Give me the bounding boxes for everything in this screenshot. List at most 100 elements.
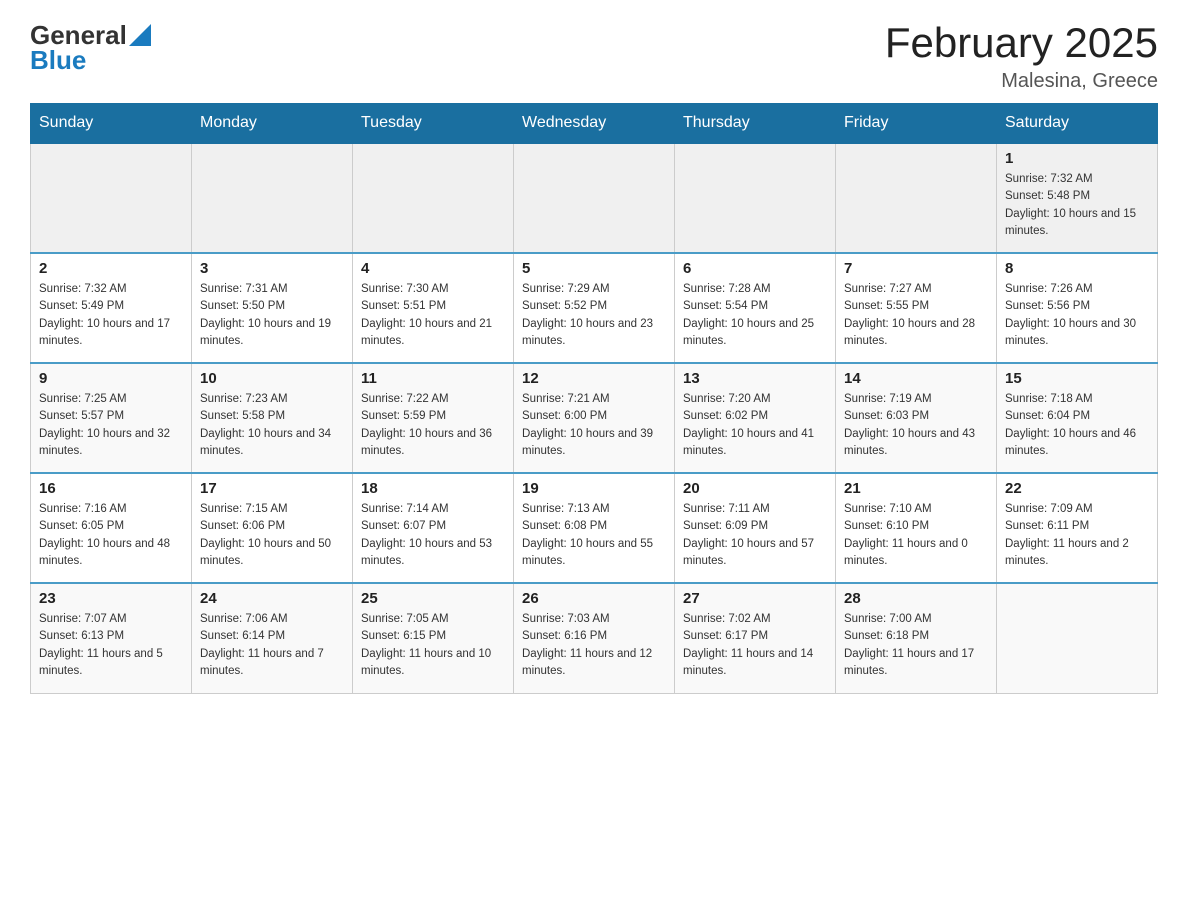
calendar-cell: 4 Sunrise: 7:30 AMSunset: 5:51 PMDaylight… [353, 253, 514, 363]
calendar-cell [31, 143, 192, 253]
weekday-header-thursday: Thursday [675, 104, 836, 144]
calendar-cell: 22 Sunrise: 7:09 AMSunset: 6:11 PMDayligh… [997, 473, 1158, 583]
weekday-header-wednesday: Wednesday [514, 104, 675, 144]
calendar-cell: 7 Sunrise: 7:27 AMSunset: 5:55 PMDaylight… [836, 253, 997, 363]
calendar-cell: 10Sunrise: 7:23 AMSunset: 5:58 PMDayligh… [192, 363, 353, 473]
calendar-week-2: 2Sunrise: 7:32 AMSunset: 5:49 PMDaylight… [31, 253, 1158, 363]
day-number: 15 [1005, 370, 1149, 387]
calendar-cell: 23 Sunrise: 7:07 AMSunset: 6:13 PMDayligh… [31, 583, 192, 693]
calendar-week-1: 1 Sunrise: 7:32 AMSunset: 5:48 PMDaylight… [31, 143, 1158, 253]
calendar-cell [836, 143, 997, 253]
calendar-cell: 16 Sunrise: 7:16 AMSunset: 6:05 PMDayligh… [31, 473, 192, 583]
day-number: 20 [683, 480, 827, 497]
calendar-cell: 15Sunrise: 7:18 AMSunset: 6:04 PMDayligh… [997, 363, 1158, 473]
calendar-cell: 5Sunrise: 7:29 AMSunset: 5:52 PMDaylight… [514, 253, 675, 363]
calendar-cell: 28 Sunrise: 7:00 AMSunset: 6:18 PMDayligh… [836, 583, 997, 693]
day-number: 18 [361, 480, 505, 497]
day-sun-info: Sunrise: 7:00 AMSunset: 6:18 PMDaylight:… [844, 611, 988, 680]
day-sun-info: Sunrise: 7:09 AMSunset: 6:11 PMDaylight:… [1005, 501, 1149, 570]
day-sun-info: Sunrise: 7:19 AMSunset: 6:03 PMDaylight:… [844, 391, 988, 460]
calendar-table: SundayMondayTuesdayWednesdayThursdayFrid… [30, 103, 1158, 694]
day-sun-info: Sunrise: 7:13 AMSunset: 6:08 PMDaylight:… [522, 501, 666, 570]
calendar-cell: 20 Sunrise: 7:11 AMSunset: 6:09 PMDayligh… [675, 473, 836, 583]
calendar-cell: 18 Sunrise: 7:14 AMSunset: 6:07 PMDayligh… [353, 473, 514, 583]
weekday-header-sunday: Sunday [31, 104, 192, 144]
calendar-cell: 21 Sunrise: 7:10 AMSunset: 6:10 PMDayligh… [836, 473, 997, 583]
day-sun-info: Sunrise: 7:07 AMSunset: 6:13 PMDaylight:… [39, 611, 183, 680]
calendar-cell [353, 143, 514, 253]
calendar-cell: 25 Sunrise: 7:05 AMSunset: 6:15 PMDayligh… [353, 583, 514, 693]
calendar-cell: 12 Sunrise: 7:21 AMSunset: 6:00 PMDayligh… [514, 363, 675, 473]
day-sun-info: Sunrise: 7:10 AMSunset: 6:10 PMDaylight:… [844, 501, 988, 570]
calendar-cell: 27 Sunrise: 7:02 AMSunset: 6:17 PMDayligh… [675, 583, 836, 693]
day-sun-info: Sunrise: 7:22 AMSunset: 5:59 PMDaylight:… [361, 391, 505, 460]
calendar-cell: 24 Sunrise: 7:06 AMSunset: 6:14 PMDayligh… [192, 583, 353, 693]
calendar-cell: 14 Sunrise: 7:19 AMSunset: 6:03 PMDayligh… [836, 363, 997, 473]
day-number: 14 [844, 370, 988, 387]
month-year-title: February 2025 [885, 20, 1158, 66]
calendar-cell [997, 583, 1158, 693]
day-sun-info: Sunrise: 7:06 AMSunset: 6:14 PMDaylight:… [200, 611, 344, 680]
day-sun-info: Sunrise: 7:14 AMSunset: 6:07 PMDaylight:… [361, 501, 505, 570]
weekday-header-friday: Friday [836, 104, 997, 144]
day-number: 27 [683, 590, 827, 607]
day-number: 22 [1005, 480, 1149, 497]
day-number: 12 [522, 370, 666, 387]
day-sun-info: Sunrise: 7:20 AMSunset: 6:02 PMDaylight:… [683, 391, 827, 460]
title-section: February 2025 Malesina, Greece [885, 20, 1158, 93]
day-sun-info: Sunrise: 7:27 AMSunset: 5:55 PMDaylight:… [844, 281, 988, 350]
day-number: 9 [39, 370, 183, 387]
calendar-cell: 3Sunrise: 7:31 AMSunset: 5:50 PMDaylight… [192, 253, 353, 363]
day-number: 7 [844, 260, 988, 277]
day-number: 23 [39, 590, 183, 607]
day-sun-info: Sunrise: 7:30 AMSunset: 5:51 PMDaylight:… [361, 281, 505, 350]
day-sun-info: Sunrise: 7:15 AMSunset: 6:06 PMDaylight:… [200, 501, 344, 570]
calendar-cell: 11 Sunrise: 7:22 AMSunset: 5:59 PMDayligh… [353, 363, 514, 473]
weekday-header-monday: Monday [192, 104, 353, 144]
calendar-cell: 9 Sunrise: 7:25 AMSunset: 5:57 PMDaylight… [31, 363, 192, 473]
day-number: 1 [1005, 150, 1149, 167]
calendar-week-4: 16 Sunrise: 7:16 AMSunset: 6:05 PMDayligh… [31, 473, 1158, 583]
calendar-cell: 17Sunrise: 7:15 AMSunset: 6:06 PMDayligh… [192, 473, 353, 583]
day-sun-info: Sunrise: 7:32 AMSunset: 5:48 PMDaylight:… [1005, 171, 1149, 240]
day-number: 28 [844, 590, 988, 607]
day-sun-info: Sunrise: 7:21 AMSunset: 6:00 PMDaylight:… [522, 391, 666, 460]
day-sun-info: Sunrise: 7:16 AMSunset: 6:05 PMDaylight:… [39, 501, 183, 570]
logo-blue-text: Blue [30, 45, 86, 76]
weekday-header-saturday: Saturday [997, 104, 1158, 144]
day-number: 13 [683, 370, 827, 387]
day-sun-info: Sunrise: 7:05 AMSunset: 6:15 PMDaylight:… [361, 611, 505, 680]
calendar-cell: 8Sunrise: 7:26 AMSunset: 5:56 PMDaylight… [997, 253, 1158, 363]
calendar-cell: 19 Sunrise: 7:13 AMSunset: 6:08 PMDayligh… [514, 473, 675, 583]
day-number: 16 [39, 480, 183, 497]
calendar-cell: 1 Sunrise: 7:32 AMSunset: 5:48 PMDaylight… [997, 143, 1158, 253]
day-sun-info: Sunrise: 7:28 AMSunset: 5:54 PMDaylight:… [683, 281, 827, 350]
day-sun-info: Sunrise: 7:03 AMSunset: 6:16 PMDaylight:… [522, 611, 666, 680]
day-sun-info: Sunrise: 7:11 AMSunset: 6:09 PMDaylight:… [683, 501, 827, 570]
day-sun-info: Sunrise: 7:02 AMSunset: 6:17 PMDaylight:… [683, 611, 827, 680]
day-number: 6 [683, 260, 827, 277]
location-subtitle: Malesina, Greece [885, 70, 1158, 93]
day-sun-info: Sunrise: 7:29 AMSunset: 5:52 PMDaylight:… [522, 281, 666, 350]
day-number: 24 [200, 590, 344, 607]
day-sun-info: Sunrise: 7:31 AMSunset: 5:50 PMDaylight:… [200, 281, 344, 350]
weekday-header-tuesday: Tuesday [353, 104, 514, 144]
day-sun-info: Sunrise: 7:25 AMSunset: 5:57 PMDaylight:… [39, 391, 183, 460]
day-number: 25 [361, 590, 505, 607]
logo-triangle-icon [129, 24, 151, 46]
calendar-week-3: 9 Sunrise: 7:25 AMSunset: 5:57 PMDaylight… [31, 363, 1158, 473]
calendar-week-5: 23 Sunrise: 7:07 AMSunset: 6:13 PMDayligh… [31, 583, 1158, 693]
calendar-cell [514, 143, 675, 253]
day-number: 21 [844, 480, 988, 497]
day-number: 8 [1005, 260, 1149, 277]
calendar-cell: 13 Sunrise: 7:20 AMSunset: 6:02 PMDayligh… [675, 363, 836, 473]
calendar-cell [192, 143, 353, 253]
day-number: 26 [522, 590, 666, 607]
logo: General Blue [30, 20, 151, 76]
day-number: 19 [522, 480, 666, 497]
day-number: 4 [361, 260, 505, 277]
calendar-cell: 6 Sunrise: 7:28 AMSunset: 5:54 PMDaylight… [675, 253, 836, 363]
weekday-header-row: SundayMondayTuesdayWednesdayThursdayFrid… [31, 104, 1158, 144]
day-number: 11 [361, 370, 505, 387]
day-sun-info: Sunrise: 7:32 AMSunset: 5:49 PMDaylight:… [39, 281, 183, 350]
